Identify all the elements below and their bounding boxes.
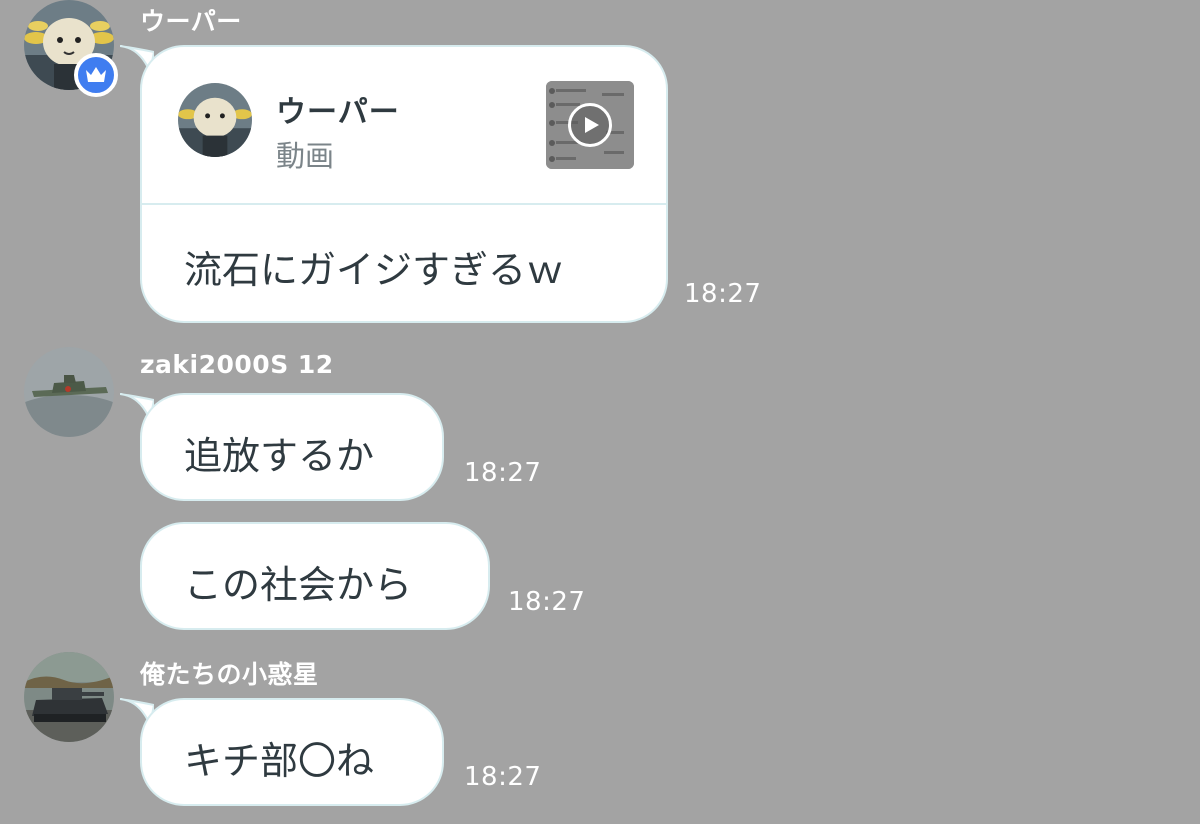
card-title: ウーパー [276, 95, 400, 130]
avatar-image [24, 347, 114, 437]
card-subtitle: 動画 [276, 139, 335, 173]
avatar-zaki[interactable] [24, 347, 114, 437]
message-bubble-shared-video[interactable]: ウーパー 動画 流石にガイジすぎるｗ [140, 45, 668, 323]
sender-name: ウーパー [140, 7, 242, 36]
play-icon [584, 117, 599, 133]
message-bubble[interactable]: キチ部〇ね [140, 698, 444, 806]
sender-name: 俺たちの小惑星 [140, 660, 319, 689]
message-time: 18:27 [508, 587, 586, 617]
admin-badge [74, 53, 118, 97]
avatar-image [24, 652, 114, 742]
message-bubble[interactable]: 追放するか [140, 393, 444, 501]
sender-name: zaki2000S 12 [140, 350, 334, 379]
shared-video-card[interactable]: ウーパー 動画 [142, 47, 666, 205]
play-button[interactable] [568, 103, 612, 147]
message-text: 追放するか [184, 434, 375, 478]
message-text: キチ部〇ね [184, 739, 375, 783]
video-thumbnail[interactable] [546, 81, 634, 169]
avatar-asteroid[interactable] [24, 652, 114, 742]
message-time: 18:27 [684, 279, 762, 309]
message-time: 18:27 [464, 762, 542, 792]
card-avatar [178, 83, 252, 157]
message-text: 流石にガイジすぎるｗ [184, 248, 565, 292]
message-text: この社会から [184, 563, 413, 607]
chat-log: ウーパー ウーパー 動画 流石にガイジすぎるｗ 18:27 zaki2000S … [0, 0, 1200, 824]
crown-icon [86, 67, 106, 82]
message-bubble[interactable]: この社会から [140, 522, 490, 630]
message-time: 18:27 [464, 458, 542, 488]
